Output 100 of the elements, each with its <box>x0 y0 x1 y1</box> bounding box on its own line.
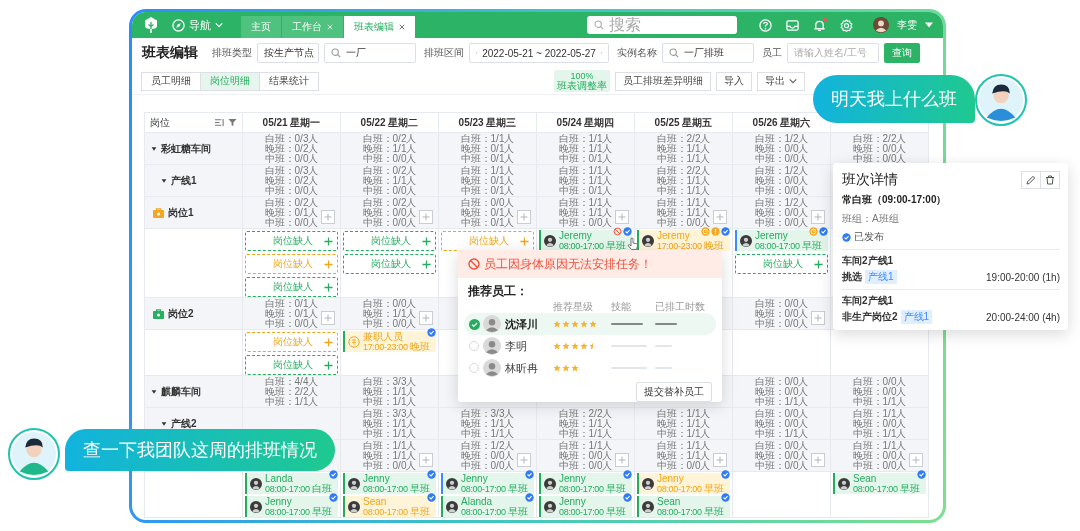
shift-count: 中班：0/1人 <box>558 153 613 164</box>
shift-name: 常白班（09:00-17:00） <box>842 193 948 207</box>
view-tab[interactable]: 结果统计 <box>259 71 319 91</box>
popup-title: 班次详情 <box>842 171 898 189</box>
shift-card[interactable]: Sean 08:00-17:00 早班 <box>833 473 926 494</box>
shift-card[interactable]: Landa 08:00-17:00 白班 <box>245 473 338 494</box>
vacancy-slot[interactable]: 岗位缺人 <box>343 254 436 274</box>
vacancy-slot[interactable]: 岗位缺人 <box>735 254 828 274</box>
action-button[interactable]: 导出 <box>757 71 805 91</box>
shift-card[interactable]: Jenny 08:00-17:00 早班 <box>343 473 436 494</box>
tag: 产线1 <box>900 310 933 324</box>
shift-count: 晚班：0/0人 <box>852 418 907 429</box>
shift-count: 晚班：0/0人 <box>362 207 417 218</box>
shift-count: 晚班：1/1人 <box>362 418 417 429</box>
user-name[interactable]: 李雯 <box>897 18 917 32</box>
shift-count: 晚班：0/0人 <box>754 143 809 154</box>
input-field[interactable]: 请输入姓名/工号 <box>787 43 879 63</box>
shift-card[interactable]: Jenny 08:00-17:00 早班 <box>637 473 730 494</box>
vacancy-slot[interactable]: 岗位缺人 <box>245 254 338 274</box>
submit-button[interactable]: 提交替补员工 <box>636 382 712 402</box>
shift-time: 08:00-17:00 早班 <box>853 483 920 494</box>
shift-count: 晚班：0/0人 <box>754 207 809 218</box>
filter-label: 实例名称 <box>617 46 657 60</box>
shift-count: 中班：0/0人 <box>362 153 417 164</box>
shift-count: 中班：0/0人 <box>754 217 809 228</box>
vacancy-slot[interactable]: 岗位缺人 <box>441 231 534 251</box>
shift-time: 08:00-17:00 早班 <box>363 506 430 517</box>
shift-count: 白班：0/0人 <box>754 440 809 451</box>
candidate-row[interactable]: 李明 <box>464 335 716 357</box>
shift-count: 白班：0/0人 <box>852 376 907 387</box>
team-label: 班组：A班组 <box>842 212 900 226</box>
shift-count: 白班：1/1人 <box>558 197 613 208</box>
candidate-row[interactable]: 沈泽川 <box>464 313 716 335</box>
tab[interactable]: 工作台 <box>282 16 343 38</box>
shift-count: 晚班：1/1人 <box>460 418 515 429</box>
view-tab[interactable]: 岗位明细 <box>200 71 260 91</box>
shift-count: 白班：0/3人 <box>264 133 319 144</box>
shift-count: 晚班：1/1人 <box>558 418 613 429</box>
shift-count: 白班：2/2人 <box>656 165 711 176</box>
shift-count: 中班：1/1人 <box>754 428 809 439</box>
filter-label: 排班类型 <box>212 46 252 60</box>
query-button[interactable]: 查询 <box>884 43 920 63</box>
vacancy-slot[interactable]: 岗位缺人 <box>343 231 436 251</box>
shift-count: 中班：0/1人 <box>558 185 613 196</box>
nav-menu[interactable]: 导航 <box>172 17 223 33</box>
shift-card[interactable]: Jeremy 17:00-23:00 晚班 <box>637 230 730 251</box>
shift-count: 中班：1/1人 <box>362 428 417 439</box>
shift-count: 晚班：1/1人 <box>558 143 613 154</box>
shift-count: 晚班：0/0人 <box>852 143 907 154</box>
column-header: 05/24 星期四 <box>556 115 615 130</box>
column-header: 已排工时数 <box>655 300 706 314</box>
shift-count: 白班：2/2人 <box>558 408 613 419</box>
tab[interactable]: 班表编辑 <box>344 16 415 38</box>
shift-count: 中班：1/1人 <box>852 396 907 407</box>
action-button[interactable]: 导入 <box>716 71 752 91</box>
vacancy-slot[interactable]: 岗位缺人 <box>245 231 338 251</box>
shift-card[interactable]: Sean 08:00-17:00 早班 <box>637 496 730 517</box>
shift-count: 晚班：1/1人 <box>362 308 417 319</box>
shift-count: 中班：0/1人 <box>460 153 515 164</box>
shift-count: 中班：0/0人 <box>754 318 809 329</box>
employee-name: Jenny <box>559 496 586 507</box>
shift-count: 晚班：0/1人 <box>460 175 515 186</box>
filter-label: 员工 <box>762 46 782 60</box>
shift-count: 白班：0/1人 <box>264 298 319 309</box>
vacancy-slot[interactable]: 岗位缺人 <box>245 277 338 297</box>
vacancy-slot[interactable]: 岗位缺人 <box>245 332 338 352</box>
shift-card[interactable]: Jenny 08:00-17:00 早班 <box>441 473 534 494</box>
candidate-row[interactable]: 林昕冉 <box>464 357 716 379</box>
view-tab[interactable]: 员工明细 <box>141 71 201 91</box>
shift-time: 08:00-17:00 早班 <box>755 240 822 251</box>
shift-count: 中班：0/0人 <box>264 318 319 329</box>
shift-card[interactable]: Jenny 08:00-17:00 早班 <box>539 473 632 494</box>
shift-card[interactable]: Alanda 08:00-17:00 早班 <box>441 496 534 517</box>
vacancy-slot[interactable]: 岗位缺人 <box>245 355 338 375</box>
search-field[interactable]: 一厂排班 <box>662 43 754 63</box>
candidate-name: 林昕冉 <box>505 360 539 376</box>
shift-card[interactable]: Sean 08:00-17:00 早班 <box>343 496 436 517</box>
shift-count: 白班：1/1人 <box>362 440 417 451</box>
shift-card[interactable]: 兼职人员 17:00-23:00 晚班 <box>343 331 436 352</box>
shift-count: 中班：1/1人 <box>558 428 613 439</box>
action-button[interactable]: 员工排班差异明细 <box>615 71 711 91</box>
shift-count: 中班：0/1人 <box>460 217 515 228</box>
shift-count: 晚班：1/1人 <box>362 143 417 154</box>
employee-name: Alanda <box>461 496 493 507</box>
shift-time: 08:00-17:00 早班 <box>265 506 332 517</box>
search-field[interactable]: 一厂 <box>324 43 416 63</box>
shift-count: 白班：0/0人 <box>460 197 515 208</box>
shift-count: 中班：0/0人 <box>264 217 319 228</box>
shift-card[interactable]: Jeremy 08:00-17:00 早班 <box>735 230 828 251</box>
search-field[interactable]: 搜索 <box>587 16 737 34</box>
select-field[interactable]: 按生产节点 <box>257 43 319 63</box>
shift-count: 白班：0/0人 <box>754 298 809 309</box>
shift-count: 中班：0/0人 <box>362 318 417 329</box>
shift-count: 晚班：0/0人 <box>754 418 809 429</box>
employee-name: Jenny <box>265 496 292 507</box>
row-label: 产线1 <box>171 173 197 188</box>
shift-card[interactable]: Jenny 08:00-17:00 早班 <box>539 496 632 517</box>
date-range-field[interactable]: 2022-05-21 ~ 2022-05-27 <box>469 43 609 63</box>
tab[interactable]: 主页 <box>241 16 281 38</box>
shift-card[interactable]: Jenny 08:00-17:00 早班 <box>245 496 338 517</box>
